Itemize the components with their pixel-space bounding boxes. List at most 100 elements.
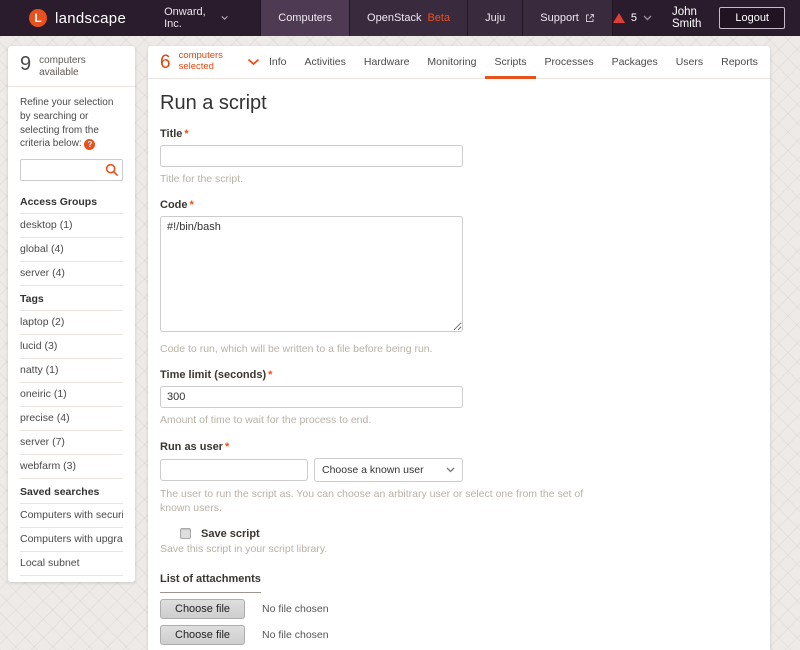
available-count: 9 <box>20 54 31 74</box>
nav-item-support-label: Support <box>540 12 579 24</box>
code-label-text: Code <box>160 199 188 211</box>
nav-right: 5 John Smith Logout <box>613 0 800 36</box>
code-textarea[interactable]: #!/bin/bash <box>160 216 463 332</box>
search-icon[interactable] <box>105 163 119 177</box>
time-limit-label: Time limit (seconds)* <box>160 369 770 381</box>
sidebar: 9 computers available Refine your select… <box>8 46 135 582</box>
run-as-user-label: Run as user* <box>160 441 770 453</box>
selected-count: 6 <box>160 53 171 72</box>
save-script-group: Save script Save this script in your scr… <box>160 528 770 555</box>
chevron-down-icon <box>643 15 652 21</box>
page-title: Run a script <box>160 92 770 115</box>
available-label: computers available <box>39 54 123 79</box>
title-label: Title* <box>160 128 770 140</box>
sidebar-item-oneiric[interactable]: oneiric (1) <box>20 383 123 407</box>
nav-item-computers[interactable]: Computers <box>260 0 349 36</box>
nav-item-openstack[interactable]: OpenStack Beta <box>349 0 467 36</box>
sidebar-item-laptop[interactable]: laptop (2) <box>20 311 123 335</box>
tab-info[interactable]: Info <box>260 46 296 79</box>
main-header: 6 computers selected Info Activities Har… <box>148 46 770 79</box>
time-limit-group: Time limit (seconds)* Amount of time to … <box>160 369 770 427</box>
alert-triangle-icon <box>613 13 625 23</box>
attachment-row: Choose file No file chosen <box>160 599 770 619</box>
tab-users[interactable]: Users <box>667 46 712 79</box>
brand[interactable]: L landscape <box>0 0 126 36</box>
tab-activities[interactable]: Activities <box>295 46 354 79</box>
sidebar-item-lucid[interactable]: lucid (3) <box>20 335 123 359</box>
attachments-group: List of attachments Choose file No file … <box>160 565 770 650</box>
tags-title: Tags <box>20 286 123 311</box>
save-script-row[interactable]: Save script <box>160 528 770 540</box>
account-menu[interactable]: Onward, Inc. <box>164 0 228 36</box>
run-as-user-help: The user to run the script as. You can c… <box>160 487 595 515</box>
attachments-label: List of attachments <box>160 573 261 593</box>
chevron-down-icon <box>221 15 228 21</box>
nav-menu: Computers OpenStack Beta Juju Support <box>260 0 613 36</box>
time-limit-input[interactable] <box>160 386 463 408</box>
run-as-user-group: Run as user* Choose a known user The use… <box>160 441 770 515</box>
saved-searches-title: Saved searches <box>20 479 123 504</box>
known-user-select[interactable]: Choose a known user <box>314 458 463 482</box>
sidebar-item-server-tag[interactable]: server (7) <box>20 431 123 455</box>
sidebar-item-server-group[interactable]: server (4) <box>20 262 123 286</box>
run-as-user-row: Choose a known user <box>160 458 463 482</box>
sidebar-item-precise[interactable]: precise (4) <box>20 407 123 431</box>
time-limit-help: Amount of time to wait for the process t… <box>160 413 463 427</box>
sidebar-item-global[interactable]: global (4) <box>20 238 123 262</box>
computers-available-summary: 9 computers available <box>8 46 135 87</box>
chevron-down-icon <box>247 58 260 66</box>
nav-item-juju[interactable]: Juju <box>467 0 522 36</box>
tab-bar: Info Activities Hardware Monitoring Scri… <box>260 46 767 79</box>
brand-name: landscape <box>55 10 126 27</box>
required-marker: * <box>268 369 272 381</box>
time-limit-label-text: Time limit (seconds) <box>160 369 266 381</box>
user-name: John Smith <box>672 6 701 30</box>
file-status: No file chosen <box>262 629 329 641</box>
save-script-checkbox[interactable] <box>180 528 191 539</box>
file-status: No file chosen <box>262 603 329 615</box>
external-link-icon <box>585 13 595 23</box>
attachment-row: Choose file No file chosen <box>160 625 770 645</box>
tab-monitoring[interactable]: Monitoring <box>418 46 485 79</box>
nav-item-support[interactable]: Support <box>522 0 613 36</box>
code-field-group: Code* #!/bin/bash Code to run, which wil… <box>160 199 770 356</box>
sidebar-item-natty[interactable]: natty (1) <box>20 359 123 383</box>
selection-dropdown[interactable] <box>247 58 260 66</box>
title-help: Title for the script. <box>160 172 463 186</box>
top-nav: L landscape Onward, Inc. Computers OpenS… <box>0 0 800 36</box>
sidebar-item-local-subnet[interactable]: Local subnet <box>20 552 123 576</box>
title-label-text: Title <box>160 128 182 140</box>
nav-item-juju-label: Juju <box>485 12 505 24</box>
nav-item-openstack-label: OpenStack <box>367 12 421 24</box>
access-groups-list: desktop (1) global (4) server (4) <box>20 214 123 286</box>
alerts-dropdown[interactable]: 5 <box>613 12 652 24</box>
help-icon[interactable] <box>84 139 95 150</box>
access-groups-title: Access Groups <box>20 189 123 214</box>
save-script-help: Save this script in your script library. <box>160 543 770 555</box>
account-name: Onward, Inc. <box>164 6 214 30</box>
required-marker: * <box>225 441 229 453</box>
nav-item-computers-label: Computers <box>278 12 332 24</box>
sidebar-item-webfarm[interactable]: webfarm (3) <box>20 455 123 479</box>
title-input[interactable] <box>160 145 463 167</box>
tab-packages[interactable]: Packages <box>603 46 667 79</box>
tab-reports[interactable]: Reports <box>712 46 767 79</box>
sidebar-item-computers-upgrades[interactable]: Computers with upgrades <box>20 528 123 552</box>
tab-hardware[interactable]: Hardware <box>355 46 419 79</box>
page-body: Run a script Title* Title for the script… <box>148 92 770 650</box>
run-as-user-input[interactable] <box>160 459 308 481</box>
landscape-logo-icon: L <box>29 9 47 27</box>
choose-file-button[interactable]: Choose file <box>160 599 245 619</box>
refine-hint: Refine your selection by searching or se… <box>8 87 135 153</box>
required-marker: * <box>190 199 194 211</box>
logout-button[interactable]: Logout <box>719 7 785 29</box>
chevron-down-icon <box>446 467 455 473</box>
selected-label: computers selected <box>179 51 223 73</box>
choose-file-button[interactable]: Choose file <box>160 625 245 645</box>
alert-count: 5 <box>631 12 637 24</box>
tab-scripts[interactable]: Scripts <box>485 46 535 79</box>
sidebar-item-desktop[interactable]: desktop (1) <box>20 214 123 238</box>
tab-processes[interactable]: Processes <box>536 46 603 79</box>
required-marker: * <box>184 128 188 140</box>
sidebar-item-computers-security[interactable]: Computers with securit… <box>20 504 123 528</box>
